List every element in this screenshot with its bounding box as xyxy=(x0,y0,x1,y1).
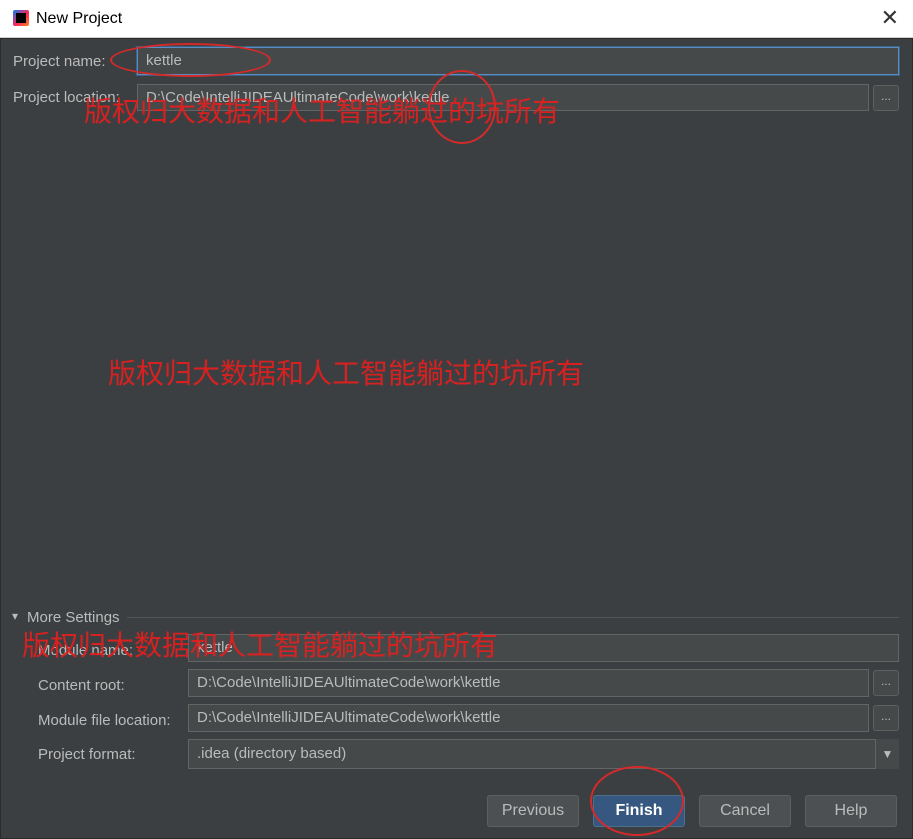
module-file-location-label: Module file location: xyxy=(38,712,171,729)
project-format-dropdown-icon[interactable]: ▼ xyxy=(875,739,899,769)
module-file-location-input[interactable]: D:\Code\IntelliJIDEAUltimateCode\work\ke… xyxy=(188,704,869,732)
cancel-button[interactable]: Cancel xyxy=(699,795,791,827)
more-settings-toggle-icon[interactable]: ▾ xyxy=(12,609,18,623)
more-settings-label[interactable]: More Settings xyxy=(27,609,120,626)
finish-button[interactable]: Finish xyxy=(593,795,685,827)
content-root-input[interactable]: D:\Code\IntelliJIDEAUltimateCode\work\ke… xyxy=(188,669,869,697)
window-title: New Project xyxy=(36,10,123,27)
project-location-browse-button[interactable]: ... xyxy=(873,85,899,111)
help-button[interactable]: Help xyxy=(805,795,897,827)
more-settings-separator xyxy=(127,617,899,618)
project-name-label: Project name: xyxy=(13,53,106,70)
project-name-input[interactable]: kettle xyxy=(137,47,899,75)
title-bar: New Project ✕ xyxy=(0,0,913,38)
module-name-label: Module name: xyxy=(38,642,134,659)
content-root-label: Content root: xyxy=(38,677,125,694)
previous-button[interactable]: Previous xyxy=(487,795,579,827)
module-file-location-browse-button[interactable]: ... xyxy=(873,705,899,731)
project-format-label: Project format: xyxy=(38,746,136,763)
project-location-label: Project location: xyxy=(13,89,120,106)
project-location-input[interactable]: D:\Code\IntelliJIDEAUltimateCode\work\ke… xyxy=(137,84,869,111)
close-icon[interactable]: ✕ xyxy=(881,6,899,30)
content-root-browse-button[interactable]: ... xyxy=(873,670,899,696)
intellij-app-icon xyxy=(13,10,29,26)
project-format-select[interactable]: .idea (directory based) xyxy=(188,739,899,769)
module-name-input[interactable]: kettle xyxy=(188,634,899,662)
